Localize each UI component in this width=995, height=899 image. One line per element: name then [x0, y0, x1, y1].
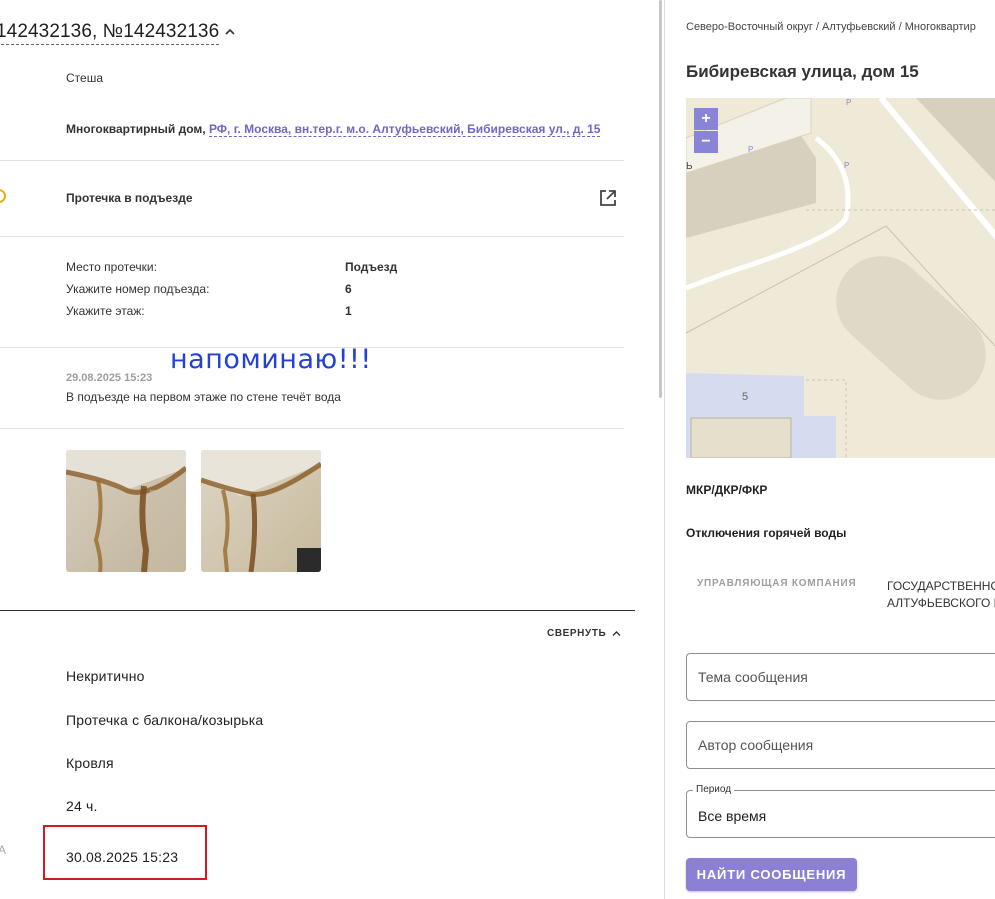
- map-canvas: [686, 98, 995, 458]
- collapse-button[interactable]: СВЕРНУТЬ: [547, 628, 621, 639]
- criticality-value: Некритично: [66, 668, 145, 684]
- deadline-value: 24 ч.: [66, 798, 98, 814]
- ticket-panel: 142432136, №142432136 Стеша Многоквартир…: [0, 0, 640, 899]
- category-value: Протечка с балкона/козырька: [66, 712, 264, 728]
- problem-title: Протечка в подъезде: [66, 191, 193, 205]
- topic-input[interactable]: Тема сообщения: [686, 653, 995, 701]
- period-label: Период: [693, 784, 735, 795]
- object-address-link[interactable]: РФ, г. Москва, вн.тер.г. м.о. Алтуфьевск…: [208, 122, 601, 137]
- building-number: 5: [742, 391, 749, 403]
- parking-label: P: [846, 98, 852, 107]
- detail-value: 6: [345, 282, 352, 296]
- breadcrumb[interactable]: Северо-Восточный округ / Алтуфьевский / …: [686, 21, 976, 33]
- parking-label: P: [844, 161, 850, 170]
- comment-date: 29.08.2025 15:23: [66, 372, 153, 384]
- author-placeholder: Автор сообщения: [698, 737, 814, 753]
- photo-thumbnail[interactable]: [66, 450, 186, 572]
- author-input[interactable]: Автор сообщения: [686, 721, 995, 769]
- photo-thumbnail[interactable]: [201, 450, 321, 572]
- management-company-value: ГОСУДАРСТВЕННО АЛТУФЬЕВСКОГО Р: [887, 578, 995, 612]
- status-icon: [0, 189, 6, 203]
- parking-label: P: [748, 145, 754, 154]
- applicant-name: Стеша: [66, 71, 104, 85]
- divider: [0, 236, 624, 237]
- management-company-line: ГОСУДАРСТВЕННО: [887, 579, 995, 593]
- hot-water-section-title[interactable]: Отключения горячей воды: [686, 526, 846, 540]
- map-view[interactable]: + − 5 P P P Ь: [686, 98, 995, 458]
- external-link-icon[interactable]: [598, 188, 618, 208]
- object-line: Многоквартирный дом, РФ, г. Москва, вн.т…: [66, 122, 601, 137]
- zoom-out-button[interactable]: −: [694, 131, 718, 153]
- detail-label: Место протечки:: [66, 260, 157, 274]
- find-messages-button[interactable]: НАЙТИ СООБЩЕНИЯ: [686, 858, 857, 891]
- period-value: Все время: [698, 808, 767, 824]
- divider: [0, 160, 624, 161]
- divider: [0, 428, 624, 429]
- management-company-line: АЛТУФЬЕВСКОГО Р: [887, 596, 995, 610]
- detail-label: Укажите этаж:: [66, 304, 145, 318]
- object-type: Многоквартирный дом,: [66, 122, 206, 136]
- detail-label: Укажите номер подъезда:: [66, 282, 210, 296]
- scrollbar-thumb[interactable]: [659, 0, 662, 398]
- chevron-up-icon[interactable]: [224, 26, 236, 38]
- edge-label: А: [0, 843, 7, 857]
- detail-value: Подъезд: [345, 260, 398, 274]
- ticket-title[interactable]: 142432136, №142432136: [0, 20, 220, 45]
- comment-text: В подъезде на первом этаже по стене течё…: [66, 390, 341, 404]
- period-select[interactable]: Период Все время: [686, 784, 995, 838]
- house-address-title: Бибиревская улица, дом 15: [686, 62, 919, 81]
- highlight-box: [43, 825, 207, 880]
- repair-section-title[interactable]: МКР/ДКР/ФКР: [686, 483, 767, 497]
- detail-value: 1: [345, 304, 352, 318]
- reminder-annotation: напоминаю!!!: [170, 344, 372, 375]
- divider: [0, 610, 635, 611]
- topic-placeholder: Тема сообщения: [698, 669, 808, 685]
- element-value: Кровля: [66, 755, 114, 771]
- map-edge-label: Ь: [686, 161, 693, 172]
- management-company-label: УПРАВЛЯЮЩАЯ КОМПАНИЯ: [697, 578, 857, 589]
- zoom-in-button[interactable]: +: [694, 108, 718, 130]
- collapse-label: СВЕРНУТЬ: [547, 628, 607, 639]
- chevron-up-icon: [612, 630, 621, 636]
- house-panel: Северо-Восточный округ / Алтуфьевский / …: [665, 0, 995, 899]
